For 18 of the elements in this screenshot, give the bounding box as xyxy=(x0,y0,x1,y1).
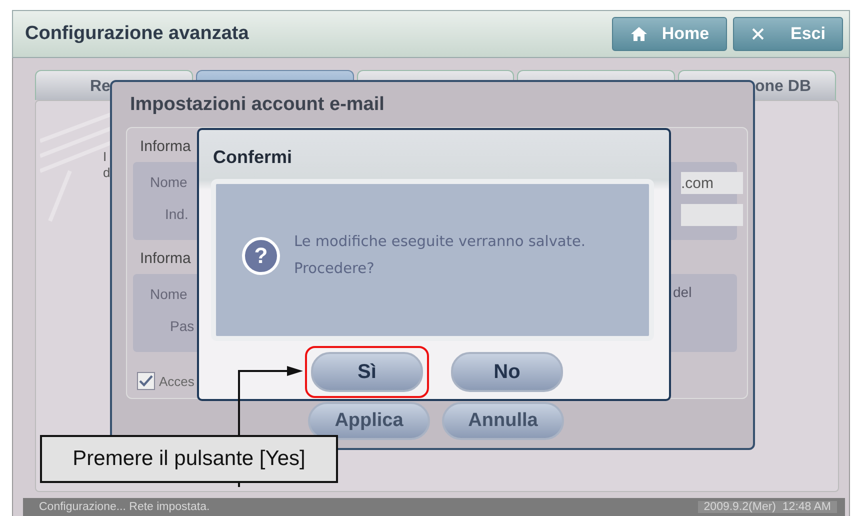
dialog-title: Confermi xyxy=(213,147,292,168)
confirm-message: Le modifiche eseguite verranno salvate. Procedere? xyxy=(294,233,586,279)
partial-text: I xyxy=(103,149,107,164)
field-label: Nome xyxy=(150,174,188,190)
callout-label: Premere il pulsante [Yes] xyxy=(40,435,338,483)
status-message: Configurazione... Rete impostata. xyxy=(39,501,210,513)
checkbox-label: Acces xyxy=(159,374,194,388)
section-heading: Informa xyxy=(140,138,191,155)
section-heading: Informa xyxy=(140,250,191,267)
field-label: Pas xyxy=(170,318,194,334)
dialog-title: Impostazioni account e-mail xyxy=(130,94,384,116)
field-label: Ind. xyxy=(165,206,188,222)
partial-text: d xyxy=(103,165,110,180)
question-icon: ? xyxy=(242,237,280,275)
field-label: del xyxy=(673,284,692,300)
window-title: Configurazione avanzata xyxy=(25,23,249,45)
date-time: 2009.9.2(Mer) 12:48 AM xyxy=(698,501,837,513)
field-label: Nome xyxy=(150,286,188,302)
